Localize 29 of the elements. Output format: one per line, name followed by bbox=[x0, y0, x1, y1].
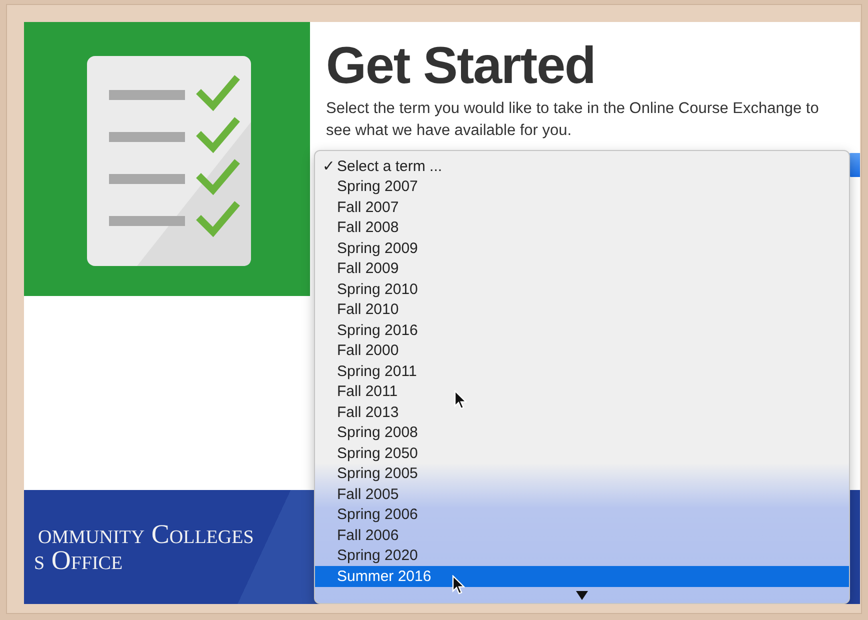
term-option[interactable]: Fall 2010 bbox=[315, 300, 849, 320]
term-option[interactable]: Spring 2010 bbox=[315, 279, 849, 300]
term-option[interactable]: Spring 2020 bbox=[315, 546, 849, 566]
term-option[interactable]: Spring 2007 bbox=[315, 176, 849, 197]
term-option[interactable]: Spring 2008 bbox=[315, 422, 849, 443]
term-option[interactable]: Fall 2000 bbox=[315, 340, 849, 361]
pointer-icon bbox=[452, 575, 465, 595]
term-option[interactable]: Fall 2007 bbox=[315, 197, 849, 218]
term-option[interactable]: Fall 2005 bbox=[315, 484, 849, 504]
page-title: Get Started bbox=[326, 36, 596, 96]
term-option[interactable]: Spring 2005 bbox=[315, 464, 849, 484]
term-option[interactable]: Fall 2009 bbox=[315, 258, 849, 279]
scroll-down-icon[interactable] bbox=[576, 590, 588, 600]
pointer-icon bbox=[454, 390, 467, 410]
term-option[interactable]: Fall 2006 bbox=[315, 525, 849, 546]
term-option[interactable]: Summer 2016 bbox=[315, 566, 849, 586]
term-option[interactable]: ✓Select a term ... bbox=[315, 156, 849, 176]
banner-text: ommunity Colleges bbox=[38, 521, 254, 547]
intro-text: Select the term you would like to take in the Online Course Exchange to see what we have available for you. bbox=[326, 99, 820, 141]
term-option[interactable]: Fall 2011 bbox=[315, 382, 849, 402]
checkmark: ✓ bbox=[321, 157, 336, 176]
term-option[interactable]: Spring 2006 bbox=[315, 504, 849, 525]
term-option[interactable]: Fall 2008 bbox=[315, 218, 849, 238]
term-option[interactable]: Spring 2009 bbox=[315, 238, 849, 258]
term-option[interactable]: Spring 2011 bbox=[315, 361, 849, 382]
term-option[interactable]: Spring 2050 bbox=[315, 443, 849, 464]
term-option[interactable]: Fall 2013 bbox=[315, 402, 849, 422]
banner-text: s Office bbox=[34, 547, 123, 573]
term-option[interactable]: Spring 2016 bbox=[315, 320, 849, 340]
